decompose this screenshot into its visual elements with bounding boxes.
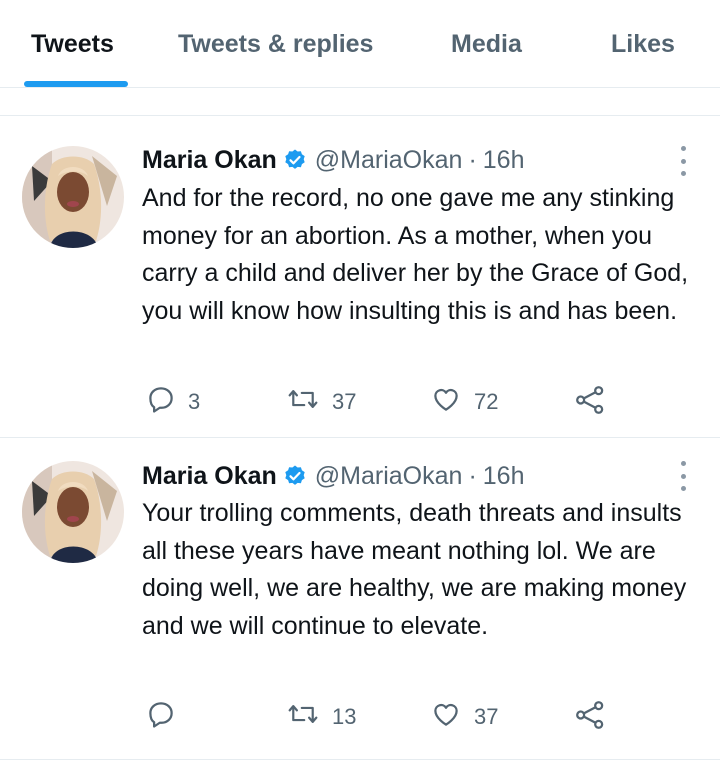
retweet-icon [286, 699, 320, 735]
like-button[interactable]: 72 [430, 384, 498, 420]
tweet-header: Maria Okan @MariaOkan · 16h [142, 460, 524, 492]
share-button[interactable] [574, 699, 606, 737]
feed-spacer [0, 89, 720, 116]
reply-icon [146, 384, 176, 420]
like-button[interactable]: 37 [430, 699, 498, 735]
tweet-text: Your trolling comments, death threats an… [142, 499, 694, 640]
more-options-icon[interactable] [676, 461, 690, 491]
tab-tweets[interactable]: Tweets [31, 30, 114, 59]
author-name[interactable]: Maria Okan [142, 146, 277, 175]
like-count: 37 [474, 704, 499, 729]
tweet-text: And for the record, no one gave me any s… [142, 184, 696, 325]
avatar[interactable] [22, 146, 124, 248]
retweet-count: 13 [332, 704, 357, 729]
share-button[interactable] [574, 384, 606, 422]
share-icon [574, 384, 606, 422]
tab-media[interactable]: Media [451, 30, 522, 59]
separator: · [468, 461, 477, 490]
like-icon [430, 699, 462, 735]
tweet-header: Maria Okan @MariaOkan · 16h [142, 144, 524, 176]
verified-badge-icon [283, 148, 307, 172]
tweet[interactable]: Maria Okan @MariaOkan · 16h And for the … [0, 117, 720, 438]
profile-tabs: Tweets Tweets & replies Media Likes [0, 0, 720, 88]
tab-tweets-and-replies[interactable]: Tweets & replies [178, 30, 373, 59]
active-tab-indicator [24, 81, 128, 87]
reply-button[interactable]: 3 [146, 384, 200, 420]
tweet-actions: 13 37 [0, 699, 720, 735]
tab-likes[interactable]: Likes [611, 30, 675, 59]
retweet-button[interactable]: 13 [286, 699, 356, 735]
share-icon [574, 699, 606, 737]
separator: · [468, 145, 477, 174]
tweet-timestamp[interactable]: 16h [483, 462, 525, 491]
retweet-icon [286, 384, 320, 420]
author-handle[interactable]: @MariaOkan [315, 146, 463, 175]
like-count: 72 [474, 389, 499, 414]
retweet-button[interactable]: 37 [286, 384, 356, 420]
tweet-timestamp[interactable]: 16h [483, 146, 525, 175]
verified-badge-icon [283, 464, 307, 488]
author-handle[interactable]: @MariaOkan [315, 462, 463, 491]
tweet[interactable]: Maria Okan @MariaOkan · 16h Your trollin… [0, 438, 720, 760]
reply-icon [146, 699, 176, 735]
tweet-actions: 3 37 72 [0, 384, 720, 420]
like-icon [430, 384, 462, 420]
reply-count: 3 [188, 389, 201, 414]
retweet-count: 37 [332, 389, 357, 414]
reply-button[interactable] [146, 699, 188, 735]
avatar[interactable] [22, 461, 124, 563]
more-options-icon[interactable] [676, 146, 690, 176]
author-name[interactable]: Maria Okan [142, 462, 277, 491]
